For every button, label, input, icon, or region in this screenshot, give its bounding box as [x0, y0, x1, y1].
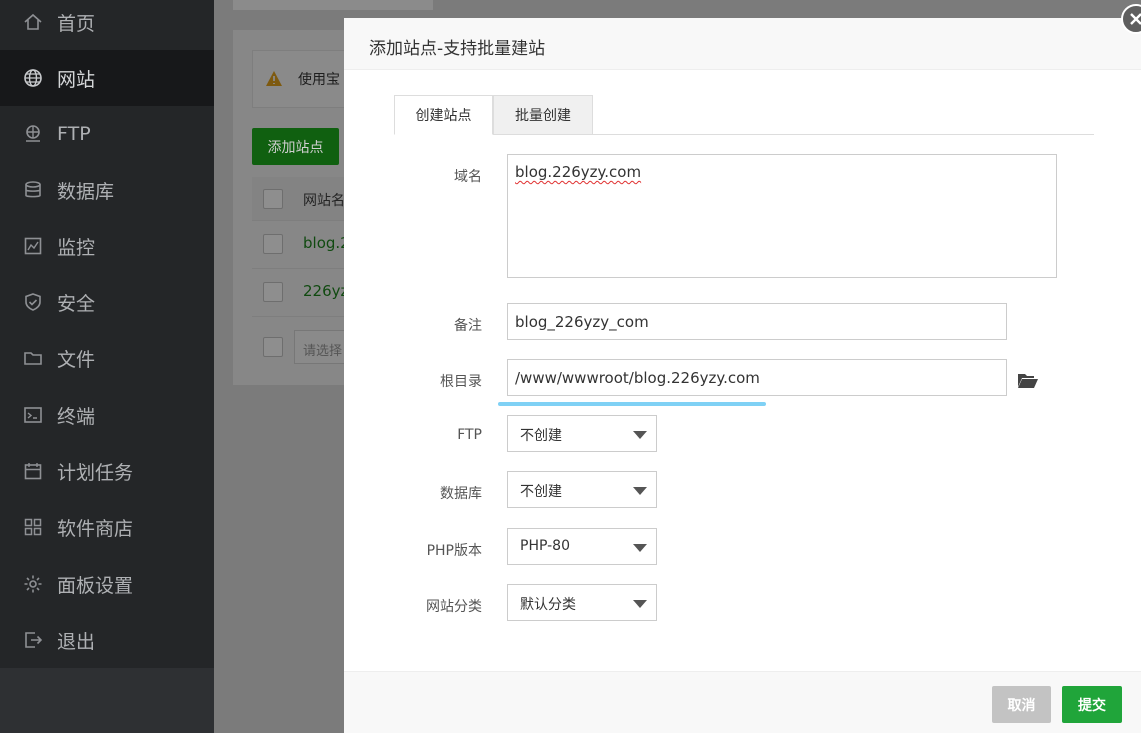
folder-icon: [22, 347, 44, 369]
sidebar-item-label: 安全: [57, 292, 96, 315]
sidebar-item-website[interactable]: 网站: [0, 50, 214, 106]
php-version-select[interactable]: PHP-80: [507, 528, 657, 565]
submit-button[interactable]: 提交: [1062, 686, 1122, 723]
database-select-value: 不创建: [520, 484, 562, 500]
add-site-modal: 添加站点-支持批量建站 创建站点 批量创建 域名 blog.226yzy.com…: [344, 18, 1141, 733]
sidebar-item-ftp[interactable]: FTP: [0, 106, 214, 162]
background-alert: 使用宝: [252, 50, 352, 108]
shield-icon: [22, 291, 44, 313]
sidebar-item-label: 终端: [57, 405, 96, 428]
sidebar-item-logout[interactable]: 退出: [0, 612, 214, 668]
remark-input[interactable]: blog_226yzy_com: [507, 303, 1007, 340]
root-dir-label: 根目录: [440, 374, 482, 390]
sidebar-item-label: FTP: [57, 123, 91, 145]
monitor-icon: [22, 235, 44, 257]
modal-tabs: 创建站点 批量创建: [394, 95, 1094, 135]
sidebar-item-security[interactable]: 安全: [0, 274, 214, 330]
sidebar-item-store[interactable]: 软件商店: [0, 499, 214, 555]
calendar-icon: [22, 460, 44, 482]
home-icon: [22, 11, 44, 33]
background-top-bar: [233, 0, 433, 10]
chevron-down-icon: [633, 544, 647, 552]
alert-text: 使用宝: [298, 72, 340, 88]
ftp-label: FTP: [457, 427, 482, 443]
domain-textarea[interactable]: blog.226yzy.com: [507, 154, 1057, 278]
sidebar-item-files[interactable]: 文件: [0, 330, 214, 386]
remark-label: 备注: [454, 318, 482, 334]
sidebar-item-database[interactable]: 数据库: [0, 162, 214, 218]
database-icon: [22, 179, 44, 201]
tab-create-site[interactable]: 创建站点: [394, 95, 493, 135]
database-label: 数据库: [440, 486, 482, 502]
bottom-checkbox[interactable]: [263, 337, 283, 357]
sidebar-item-label: 面板设置: [57, 574, 134, 597]
php-version-select-value: PHP-80: [520, 538, 570, 554]
sidebar-item-label: 数据库: [57, 180, 115, 203]
close-icon: [1130, 13, 1141, 25]
ftp-select-value: 不创建: [520, 428, 562, 444]
database-select[interactable]: 不创建: [507, 471, 657, 508]
row-checkbox[interactable]: [263, 234, 283, 254]
site-link[interactable]: 226yz: [303, 282, 348, 300]
sidebar-item-label: 文件: [57, 348, 96, 371]
sidebar-item-label: 退出: [57, 630, 96, 653]
sidebar-footer: [0, 668, 214, 733]
table-header: 网站名: [252, 177, 352, 221]
sidebar-item-label: 监控: [57, 236, 96, 259]
sidebar-item-monitor[interactable]: 监控: [0, 218, 214, 274]
sidebar-item-label: 首页: [57, 12, 96, 35]
chevron-down-icon: [633, 600, 647, 608]
terminal-icon: [22, 404, 44, 426]
table-row: 226yz: [252, 269, 352, 317]
category-select[interactable]: 默认分类: [507, 584, 657, 621]
sidebar-item-label: 计划任务: [57, 461, 134, 484]
domain-label: 域名: [454, 169, 482, 185]
modal-footer: 取消 提交: [344, 671, 1141, 733]
category-label: 网站分类: [426, 599, 482, 615]
warning-icon: [266, 71, 282, 86]
domain-value: blog.226yzy.com: [515, 163, 642, 181]
sidebar-item-label: 网站: [57, 68, 96, 91]
sidebar: 首页 网站 FTP 数据库 监控 安全 文件 终端 计划任务 软件商店 面板设置…: [0, 0, 214, 733]
select-all-checkbox[interactable]: [263, 189, 283, 209]
category-select-value: 默认分类: [520, 597, 576, 613]
globe-icon: [22, 67, 44, 89]
modal-header: 添加站点-支持批量建站: [344, 18, 1141, 70]
cancel-button[interactable]: 取消: [992, 686, 1051, 723]
site-table: 网站名 blog.2 226yz: [252, 177, 352, 317]
table-row: blog.2: [252, 221, 352, 269]
sidebar-item-home[interactable]: 首页: [0, 0, 214, 50]
ftp-icon: [22, 123, 44, 145]
modal-title: 添加站点-支持批量建站: [369, 39, 546, 59]
logout-icon: [22, 629, 44, 651]
tab-batch-create[interactable]: 批量创建: [493, 95, 593, 135]
input-focus-indicator: [498, 402, 766, 406]
folder-open-icon[interactable]: [1017, 371, 1039, 389]
apps-icon: [22, 516, 44, 538]
ftp-select[interactable]: 不创建: [507, 415, 657, 452]
column-header-name: 网站名: [303, 193, 345, 209]
sidebar-item-cron[interactable]: 计划任务: [0, 443, 214, 499]
sidebar-item-terminal[interactable]: 终端: [0, 387, 214, 443]
chevron-down-icon: [633, 431, 647, 439]
chevron-down-icon: [633, 487, 647, 495]
root-dir-input[interactable]: /www/wwwroot/blog.226yzy.com: [507, 359, 1007, 396]
site-link[interactable]: blog.2: [303, 234, 350, 252]
row-checkbox[interactable]: [263, 282, 283, 302]
sidebar-item-settings[interactable]: 面板设置: [0, 556, 214, 612]
gear-icon: [22, 573, 44, 595]
sidebar-item-label: 软件商店: [57, 517, 134, 540]
php-version-label: PHP版本: [426, 543, 482, 559]
add-site-button[interactable]: 添加站点: [252, 128, 339, 165]
